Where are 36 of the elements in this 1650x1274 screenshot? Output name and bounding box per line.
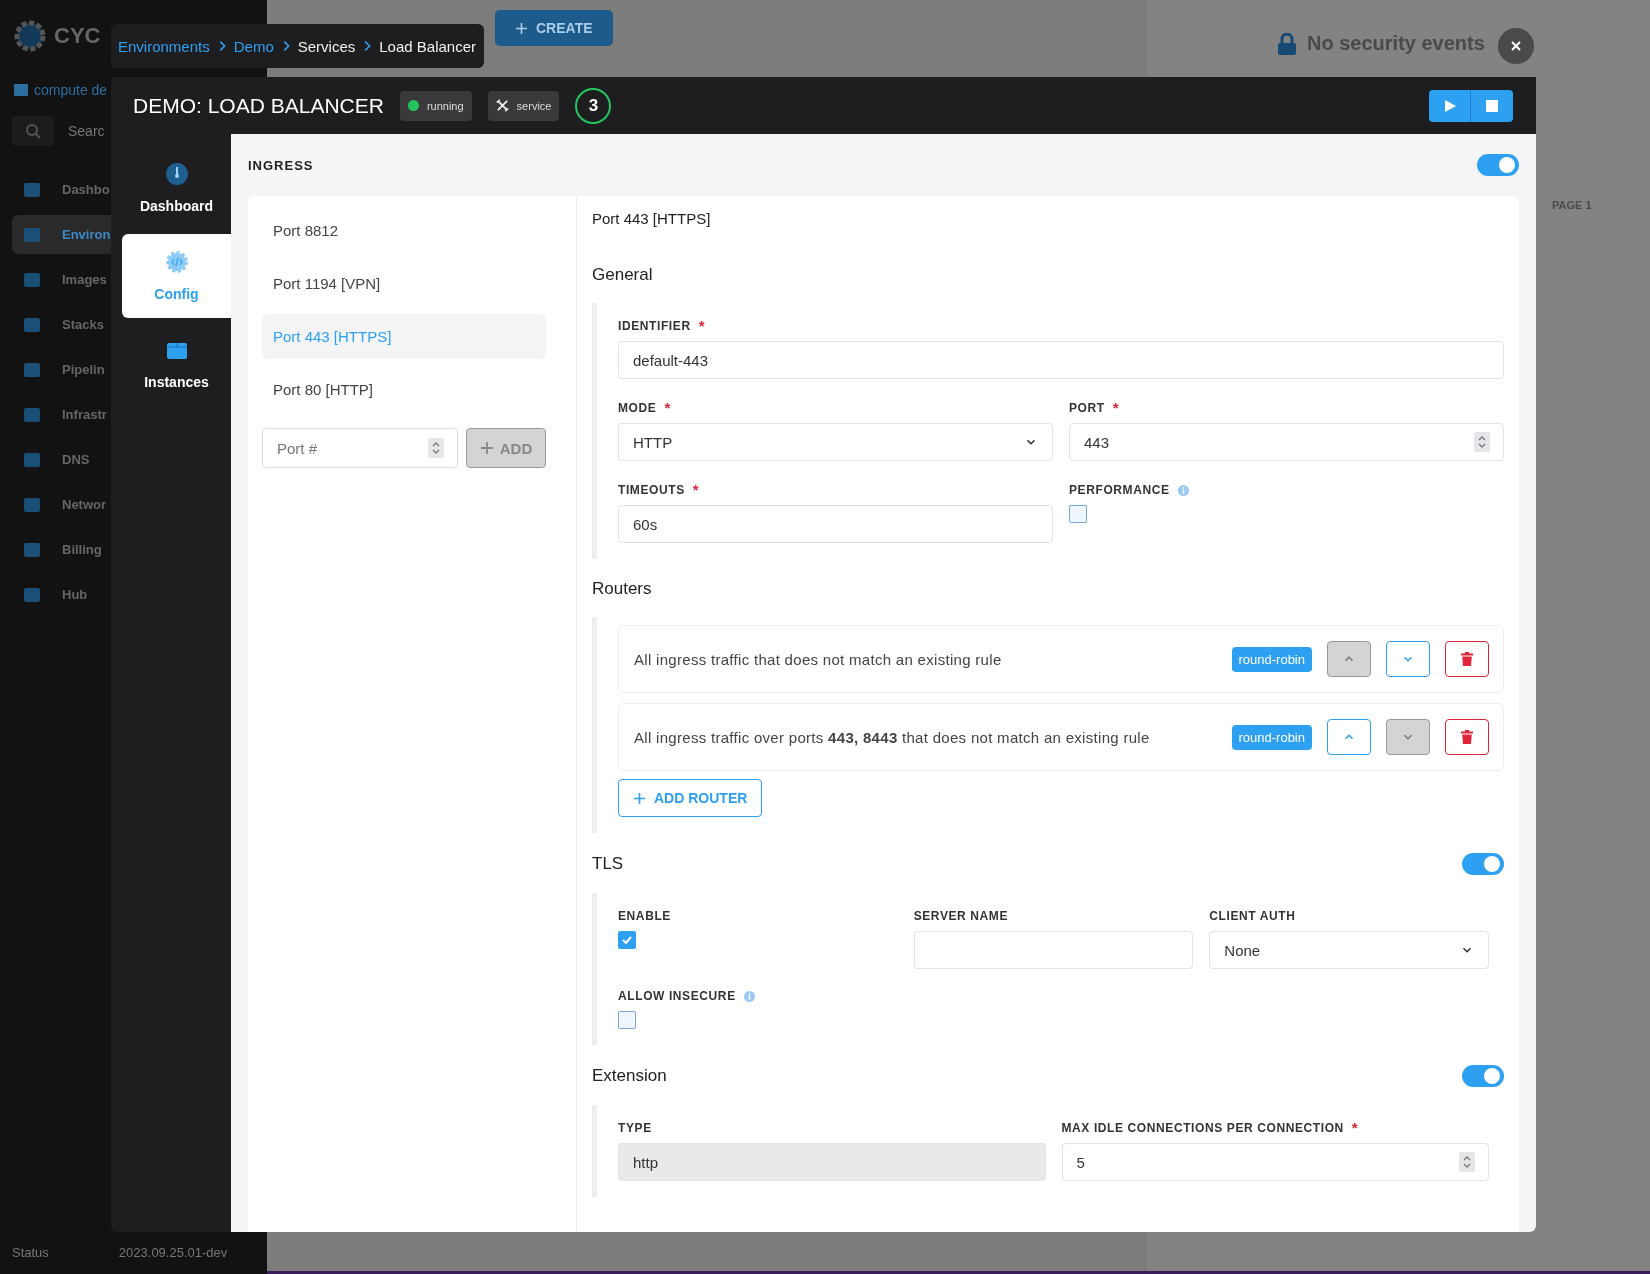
field-label: TIMEOUTS bbox=[618, 483, 685, 497]
required-mark: * bbox=[1351, 1123, 1358, 1133]
breadcrumb-text: Load Balancer bbox=[379, 37, 476, 55]
required-mark: * bbox=[1112, 403, 1119, 413]
field-label: PERFORMANCE bbox=[1069, 483, 1170, 497]
instance-count: 3 bbox=[575, 87, 612, 124]
section-title: Routers bbox=[592, 579, 652, 599]
algorithm-badge: round-robin bbox=[1231, 724, 1312, 750]
security-message: No security events bbox=[1307, 32, 1485, 55]
type-badge: service bbox=[487, 90, 560, 121]
router-description: All ingress traffic that does not match an existing rule bbox=[634, 650, 1003, 668]
field-label: PORT bbox=[1069, 401, 1105, 415]
field-label: SERVER NAME bbox=[913, 909, 1009, 923]
field-label: MODE bbox=[618, 401, 657, 415]
section-title: INGRESS bbox=[248, 157, 314, 173]
field-label: ALLOW INSECURE bbox=[618, 989, 736, 1003]
required-mark: * bbox=[664, 403, 671, 413]
field-label: ENABLE bbox=[618, 909, 671, 923]
modal-title: DEMO: LOAD BALANCER bbox=[133, 93, 384, 118]
field-label: TYPE bbox=[618, 1121, 652, 1135]
section-title: TLS bbox=[592, 854, 624, 874]
field-label: CLIENT AUTH bbox=[1209, 909, 1296, 923]
required-mark: * bbox=[698, 321, 705, 331]
router-description: All ingress traffic over ports 443, 8443 that does not match an existing rule bbox=[634, 728, 1151, 746]
breadcrumb-text: Services bbox=[297, 37, 356, 55]
status-badge: running bbox=[399, 90, 472, 121]
required-mark: * bbox=[692, 485, 699, 495]
field-label: MAX IDLE CONNECTIONS PER CONNECTION bbox=[1061, 1121, 1344, 1135]
page-label: PAGE 1 bbox=[1552, 199, 1592, 211]
logo-text: CYC bbox=[54, 23, 101, 49]
detail-title: Port 443 [HTTPS] bbox=[592, 210, 712, 227]
section-title: General bbox=[592, 265, 653, 285]
algorithm-badge: round-robin bbox=[1231, 646, 1312, 672]
field-label: IDENTIFIER bbox=[618, 319, 691, 333]
section-title: Extension bbox=[592, 1066, 667, 1086]
version-label: 2023.09.25.01-dev bbox=[118, 1245, 228, 1260]
